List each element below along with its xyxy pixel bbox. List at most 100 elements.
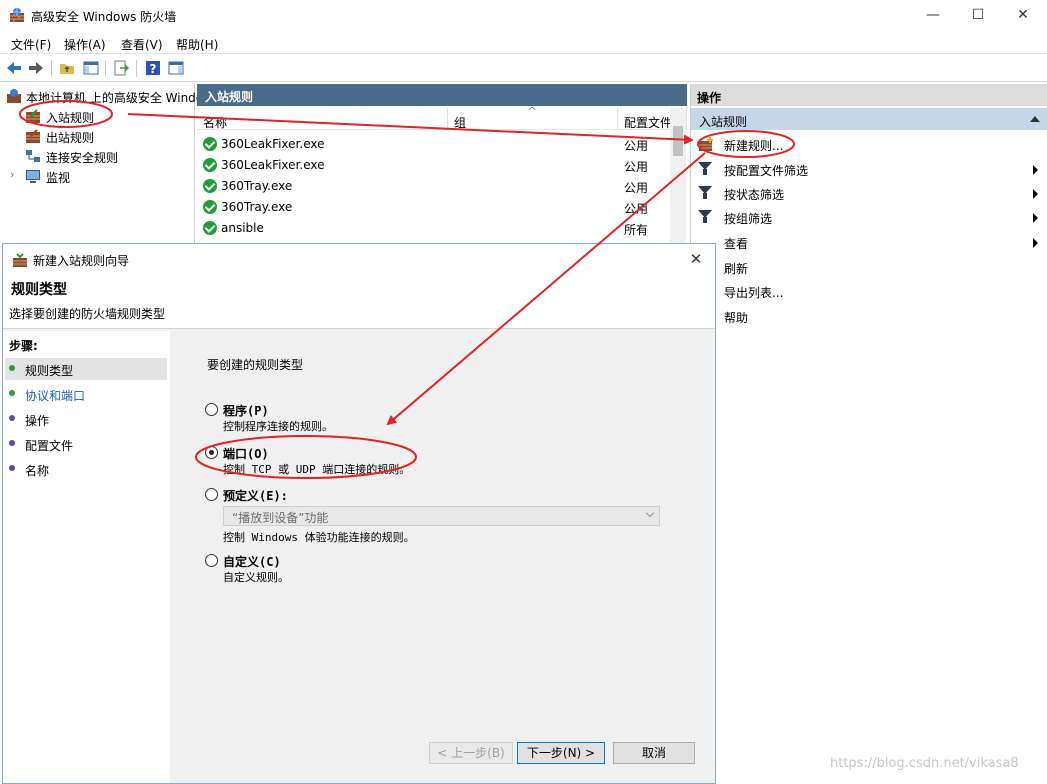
action-export-list[interactable]: 导出列表... (691, 279, 1047, 303)
filter-funnel-icon (698, 186, 712, 199)
menu-help[interactable]: 帮助(H) (176, 36, 218, 53)
column-header-name[interactable]: 名称 (197, 108, 448, 130)
scrollbar-thumb[interactable] (673, 126, 683, 156)
step-name[interactable]: 名称 (5, 458, 167, 480)
submenu-arrow-icon (1033, 213, 1038, 223)
rule-profile: 所有 (624, 223, 649, 237)
chevron-down-icon (645, 508, 655, 518)
action-new-rule[interactable]: 新建规则... (691, 132, 1047, 156)
table-row[interactable]: 360Tray.exe 公用 (201, 176, 681, 197)
firewall-icon (7, 89, 21, 103)
tree-item-connection-security[interactable]: 连接安全规则 (46, 149, 118, 166)
action-label: 导出列表... (724, 286, 784, 300)
radio-custom[interactable] (205, 554, 218, 567)
dialog-heading: 规则类型 (11, 282, 67, 298)
show-hide-tree-icon[interactable] (82, 59, 100, 77)
steps-label: 步骤: (9, 339, 38, 353)
actions-pane: 操作 入站规则 新建规则... 按配置文件筛选 按状态筛选 按组筛选 查看 刷新… (690, 84, 1047, 784)
help-icon[interactable]: ? (144, 59, 162, 77)
wizard-firewall-icon (13, 253, 27, 267)
maximize-button[interactable]: ☐ (955, 0, 1001, 31)
menu-view[interactable]: 查看(V) (121, 36, 163, 53)
radio-predefined[interactable] (205, 488, 218, 501)
step-action[interactable]: 操作 (5, 408, 167, 430)
action-refresh[interactable]: 刷新 (691, 255, 1047, 279)
step-label: 配置文件 (25, 439, 74, 453)
action-label: 刷新 (724, 262, 749, 276)
dialog-titlebar: 新建入站规则向导 ✕ (3, 244, 715, 274)
action-filter-by-state[interactable]: 按状态筛选 (691, 181, 1047, 205)
rule-profile: 公用 (624, 181, 649, 195)
step-profile[interactable]: 配置文件 (5, 433, 167, 455)
action-filter-by-group[interactable]: 按组筛选 (691, 205, 1047, 229)
option-custom[interactable]: 自定义(C) 自定义规则。 (205, 552, 675, 590)
option-description: 控制 TCP 或 UDP 端口连接的规则。 (223, 463, 411, 476)
action-pane-icon[interactable] (167, 59, 185, 77)
menu-file[interactable]: 文件(F) (11, 36, 51, 53)
action-filter-by-profile[interactable]: 按配置文件筛选 (691, 157, 1047, 181)
next-button[interactable]: 下一步(N) > (517, 742, 605, 764)
dialog-header: 规则类型 选择要创建的防火墙规则类型 (3, 274, 715, 329)
table-row[interactable]: 360LeakFixer.exe 公用 (201, 134, 681, 155)
option-predefined[interactable]: 预定义(E): (205, 486, 675, 506)
rule-name: ansible (221, 221, 264, 235)
action-label: 按组筛选 (724, 212, 773, 226)
window-title: 高级安全 Windows 防火墙 (31, 10, 177, 24)
forward-arrow-icon[interactable] (27, 59, 45, 77)
minimize-button[interactable]: — (910, 0, 956, 31)
expand-chevron-icon[interactable]: › (10, 168, 14, 181)
option-description: 控制程序连接的规则。 (223, 420, 333, 433)
tree-item-outbound-rules[interactable]: 出站规则 (46, 129, 94, 146)
cancel-button[interactable]: 取消 (613, 742, 695, 764)
table-row[interactable]: 360Tray.exe 公用 (201, 197, 681, 218)
table-row[interactable]: ansible 所有 (201, 218, 681, 239)
actions-section-inbound[interactable]: 入站规则 (691, 108, 1047, 130)
option-label: 预定义(E): (223, 489, 288, 503)
dialog-title: 新建入站规则向导 (33, 254, 130, 268)
toolbar-separator (51, 60, 52, 77)
rules-list-pane: 入站规则 名称 组 ^ 配置文件 360LeakFixer.exe 公用 360… (197, 84, 687, 244)
up-folder-icon[interactable] (58, 59, 76, 77)
step-label: 名称 (25, 464, 50, 478)
wizard-steps: 步骤: 规则类型 协议和端口 操作 配置文件 名称 (3, 331, 170, 783)
action-label: 帮助 (724, 311, 749, 325)
enabled-check-icon (203, 221, 217, 235)
window-titlebar: 高级安全 Windows 防火墙 — ☐ ✕ (0, 0, 1047, 31)
submenu-arrow-icon (1033, 238, 1038, 248)
back-arrow-icon[interactable] (5, 59, 23, 77)
option-label: 程序(P) (223, 404, 269, 418)
option-label: 端口(O) (223, 447, 269, 461)
export-list-icon[interactable] (112, 59, 130, 77)
action-help[interactable]: 帮助 (691, 304, 1047, 328)
option-program[interactable]: 程序(P) 控制程序连接的规则。 (205, 401, 675, 439)
tree-item-monitor[interactable]: 监视 (46, 169, 70, 186)
collapse-up-icon[interactable] (1030, 116, 1040, 122)
predefined-select[interactable]: “播放到设备”功能 (223, 506, 660, 526)
navigation-tree: 本地计算机 上的高级安全 Windows 入站规则 出站规则 连接安全规则 › … (0, 84, 219, 244)
list-scrollbar[interactable] (670, 108, 686, 244)
tree-root[interactable]: 本地计算机 上的高级安全 Windows (26, 89, 219, 106)
close-button[interactable]: ✕ (1000, 0, 1046, 31)
tree-item-inbound-rules[interactable]: 入站规则 (46, 109, 94, 126)
rule-profile: 公用 (624, 202, 649, 216)
action-view[interactable]: 查看 (691, 230, 1047, 254)
dialog-close-button[interactable]: ✕ (685, 248, 707, 270)
action-label: 查看 (724, 237, 749, 251)
connection-security-icon (26, 150, 40, 162)
table-row[interactable]: 360LeakFixer.exe 公用 (201, 155, 681, 176)
option-description: 自定义规则。 (223, 571, 289, 584)
inbound-rules-icon (26, 109, 40, 123)
back-button[interactable]: < 上一步(B) (429, 742, 513, 764)
menu-action[interactable]: 操作(A) (64, 36, 106, 53)
toolbar-separator (136, 60, 137, 77)
submenu-arrow-icon (1033, 189, 1038, 199)
step-rule-type[interactable]: 规则类型 (5, 358, 167, 380)
radio-program[interactable] (205, 403, 218, 416)
step-dot-icon (9, 365, 15, 371)
option-port[interactable]: 端口(O) 控制 TCP 或 UDP 端口连接的规则。 (205, 444, 675, 482)
filter-funnel-icon (698, 210, 712, 223)
step-protocol-port[interactable]: 协议和端口 (5, 383, 167, 405)
radio-port-selected[interactable] (205, 446, 218, 459)
step-dot-icon (9, 390, 15, 396)
menu-bar: 文件(F) 操作(A) 查看(V) 帮助(H) (0, 32, 1047, 54)
